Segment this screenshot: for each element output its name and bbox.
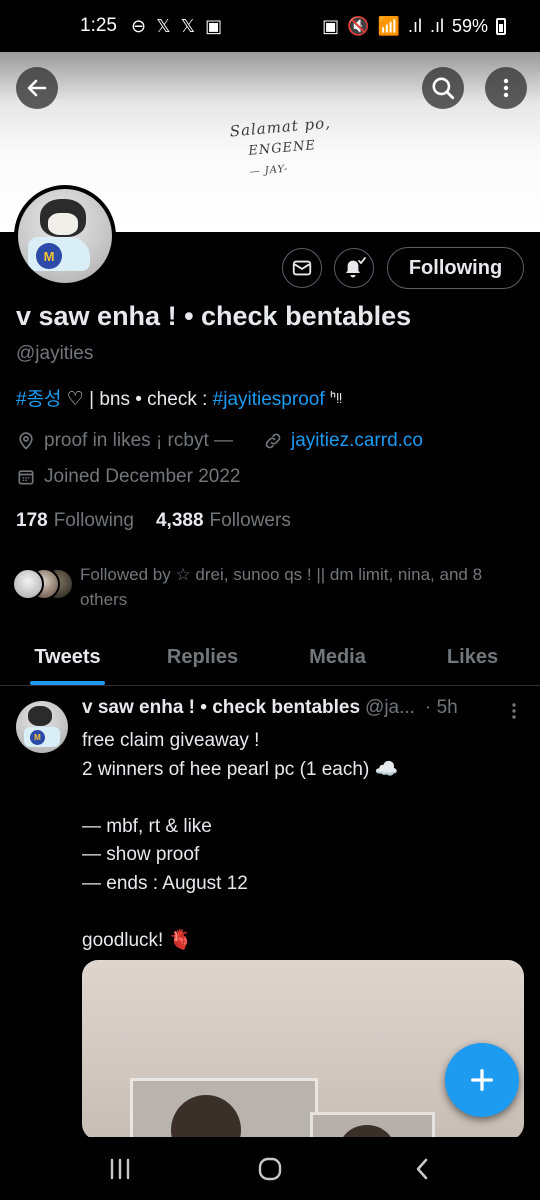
- system-nav-bar: [0, 1137, 540, 1200]
- notifications-button[interactable]: [334, 248, 374, 288]
- tab-replies[interactable]: Replies: [135, 630, 270, 685]
- following-stat[interactable]: 178 Following: [16, 510, 134, 532]
- tweet-media-image[interactable]: [82, 960, 524, 1140]
- tweet-line: 2 winners of hee pearl pc (1 each) ☁️: [82, 758, 399, 780]
- search-icon: [432, 77, 455, 100]
- followed-by[interactable]: Followed by ☆ drei, sunoo qs ! || dm lim…: [12, 562, 530, 612]
- profile-avatar[interactable]: M: [14, 185, 116, 287]
- tweet-line: [82, 899, 512, 928]
- avatar-image: M: [18, 189, 112, 283]
- lock-icon: ▣: [322, 16, 340, 36]
- status-bar: 1:25 ⊖ 𝕏 𝕏 ▣ ▣ 🔇 📶 .ıl .ıl 59%: [0, 0, 540, 52]
- plus-icon: [471, 1069, 493, 1091]
- avatar-face: [40, 199, 86, 237]
- profile-joined: Joined December 2022: [44, 466, 241, 487]
- more-vertical-icon: [503, 78, 509, 98]
- profile-website-link[interactable]: jayitiez.carrd.co: [291, 430, 423, 452]
- profile-name: v saw enha ! • check bentables: [16, 301, 412, 331]
- profile-bio: #종성 ♡ | bns • check : #jayitiesproof ᑋᵎᵎ: [16, 384, 342, 411]
- status-bar-right: ▣ 🔇 📶 .ıl .ıl 59%: [322, 16, 506, 37]
- tweet-header: v saw enha ! • check bentables @ja... · …: [82, 697, 482, 719]
- wifi-icon: 📶: [377, 16, 400, 36]
- link-icon: [265, 433, 281, 449]
- profile-location-row: proof in likes ¡ rcbyt — jayitiez.carrd.…: [16, 430, 423, 452]
- following-label: Following: [53, 510, 134, 531]
- back-button[interactable]: [16, 67, 58, 109]
- followed-by-avatars: [12, 568, 76, 604]
- tweet-line: [82, 784, 512, 813]
- signal-icon: .ıl: [407, 16, 422, 36]
- tweet-line: — ends : August 12: [82, 872, 248, 894]
- tweet-author-avatar[interactable]: M: [16, 701, 68, 753]
- bio-hashtag-1[interactable]: #종성: [16, 389, 62, 410]
- message-button[interactable]: [282, 248, 322, 288]
- bell-check-icon: [346, 257, 366, 278]
- tweet-avatar-face: [28, 706, 52, 726]
- profile-location: proof in likes ¡ rcbyt —: [44, 430, 233, 451]
- arrow-left-icon: [27, 79, 47, 97]
- tweet-author-handle[interactable]: @ja...: [365, 697, 415, 719]
- bio-text-1: ♡ | bns • check :: [61, 389, 213, 410]
- signal-icon-2: .ıl: [429, 16, 444, 36]
- profile-tabs: Tweets Replies Media Likes: [0, 630, 540, 686]
- tweet-author-name[interactable]: v saw enha ! • check bentables: [82, 697, 360, 719]
- calendar-icon: [18, 470, 34, 485]
- avatar: [12, 568, 44, 600]
- profile-stats: 178 Following 4,388 Followers: [16, 510, 291, 532]
- following-button[interactable]: Following: [387, 247, 524, 289]
- recent-apps-icon: [110, 1158, 130, 1179]
- chevron-left-icon: [416, 1158, 428, 1179]
- tweet-line: — mbf, rt & like: [82, 815, 212, 837]
- bio-text-2: ᑋᵎᵎ: [324, 389, 343, 410]
- x-app-icon: 𝕏: [156, 16, 171, 36]
- followed-by-text: Followed by ☆ drei, sunoo qs ! || dm lim…: [80, 565, 483, 609]
- tweet-more-button[interactable]: [504, 700, 524, 722]
- followers-count: 4,388: [155, 510, 204, 531]
- more-button[interactable]: [485, 67, 527, 109]
- tweet-line: — show proof: [82, 844, 200, 866]
- status-bar-left: 1:25 ⊖ 𝕏 𝕏 ▣: [80, 15, 222, 37]
- tweet-line: free claim giveaway !: [82, 730, 260, 751]
- bio-hashtag-2[interactable]: #jayitiesproof: [213, 389, 325, 410]
- mcdonalds-logo-icon: M: [36, 243, 62, 269]
- banner-handwriting: Salamat po, ENGENE — JAY-: [220, 113, 345, 180]
- mute-icon: 🔇: [347, 16, 370, 36]
- tab-likes[interactable]: Likes: [405, 630, 540, 685]
- more-vertical-icon: [512, 703, 516, 719]
- status-time: 1:25: [80, 15, 117, 36]
- photocard-image: [130, 1078, 318, 1140]
- battery-percent: 59%: [451, 15, 488, 36]
- recent-apps-button[interactable]: [80, 1137, 160, 1200]
- x-app-icon-2: 𝕏: [180, 16, 196, 36]
- tab-tweets[interactable]: Tweets: [0, 630, 135, 685]
- system-back-button[interactable]: [382, 1137, 462, 1200]
- tweet-line: goodluck! 🫀: [82, 930, 193, 952]
- followers-label: Followers: [209, 510, 291, 531]
- home-icon: [258, 1157, 282, 1180]
- envelope-icon: [292, 260, 312, 276]
- banner-line-3: — JAY-: [249, 163, 289, 178]
- following-count: 178: [16, 510, 48, 531]
- tweet-time[interactable]: · 5h: [425, 697, 458, 719]
- followers-stat[interactable]: 4,388 Followers: [156, 510, 291, 532]
- photocard-image: [310, 1112, 435, 1140]
- home-button[interactable]: [230, 1137, 310, 1200]
- location-pin-icon: [19, 432, 33, 450]
- tweet-text: free claim giveaway ! 2 winners of hee p…: [82, 727, 512, 956]
- profile-handle: @jayities: [16, 343, 94, 364]
- compose-tweet-button[interactable]: [445, 1043, 519, 1117]
- tab-media[interactable]: Media: [270, 630, 405, 685]
- mcdonalds-logo-icon: M: [30, 730, 45, 745]
- profile-joined-row: Joined December 2022: [16, 466, 240, 488]
- battery-icon: [496, 17, 506, 35]
- dnd-icon: ⊖: [130, 16, 147, 36]
- gallery-icon: ▣: [205, 16, 223, 36]
- search-button[interactable]: [422, 67, 464, 109]
